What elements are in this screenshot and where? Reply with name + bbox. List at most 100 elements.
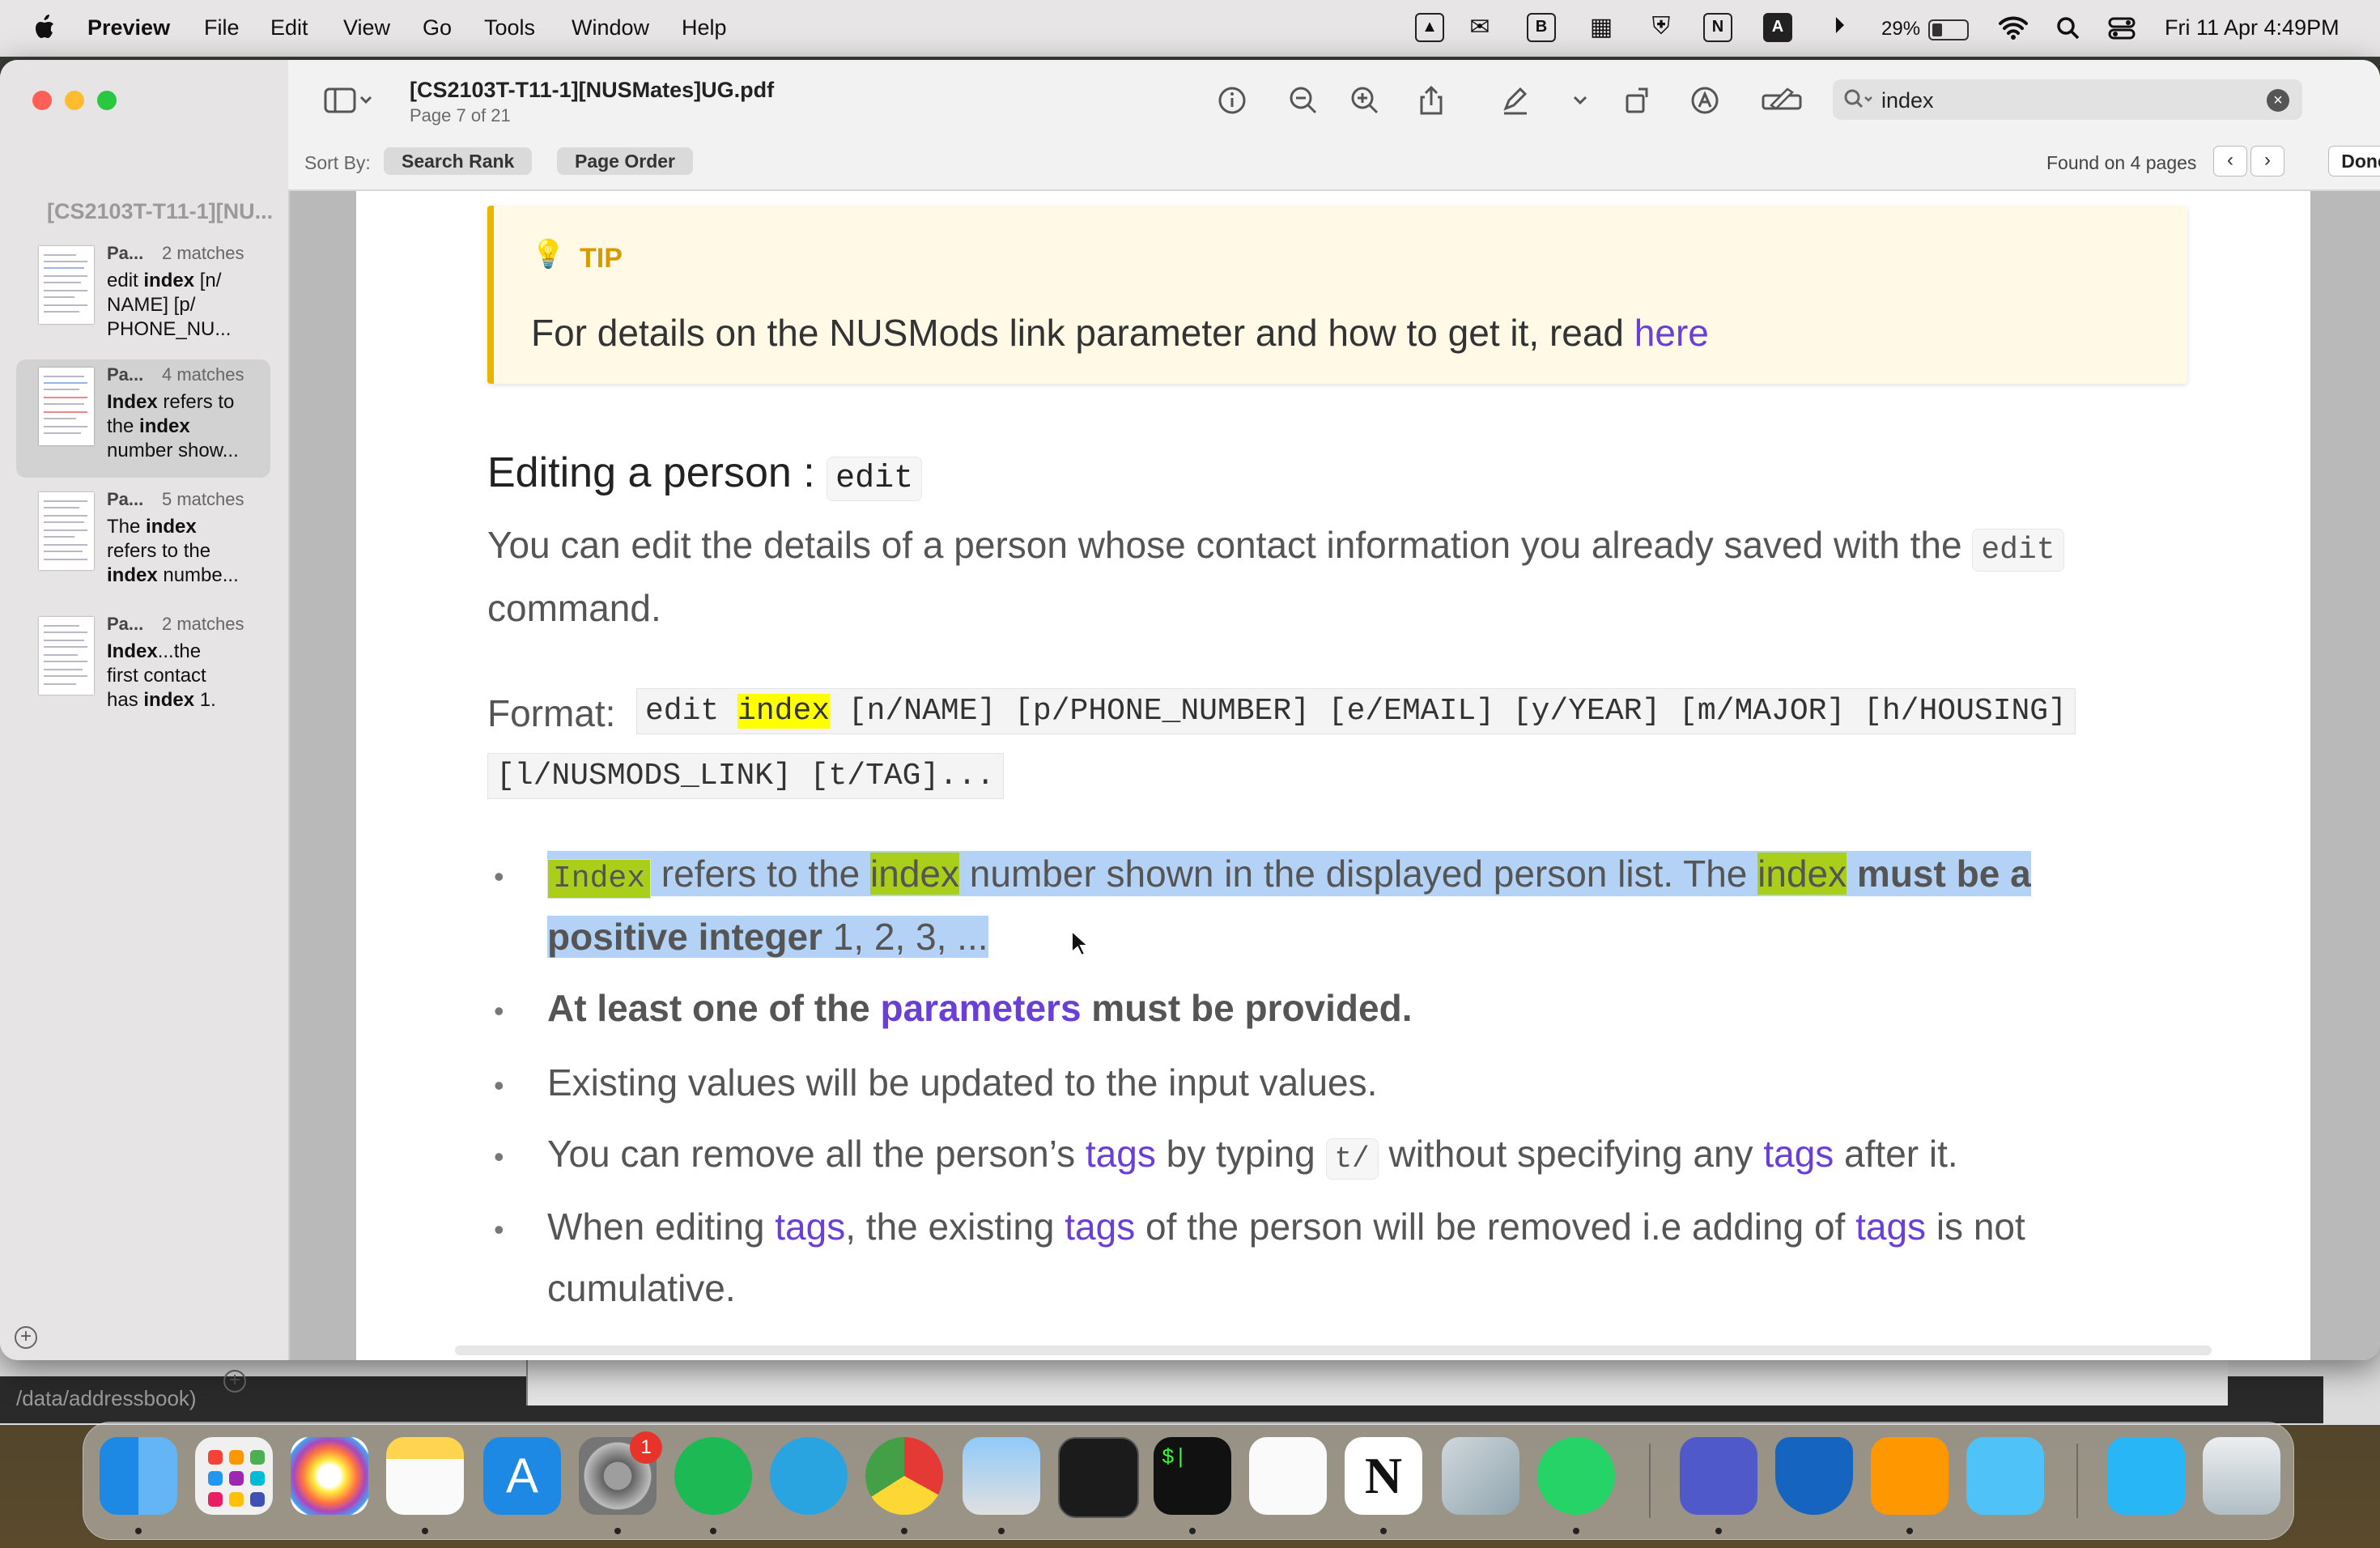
notion-status-icon[interactable]: N [1703,13,1732,42]
trash-icon[interactable] [2203,1437,2280,1515]
result-page-label: Pa... [107,614,144,634]
photos-icon[interactable] [291,1437,368,1515]
preview-icon[interactable] [963,1437,1040,1515]
sidebar-toggle-icon[interactable] [324,87,374,113]
zoom-in-icon[interactable] [1347,83,1383,118]
bullet-remove-tags: You can remove all the person’s tags by … [547,1132,1958,1180]
clear-search-icon[interactable]: × [2267,89,2289,112]
bullet-marker: • [494,994,504,1027]
control-center-icon[interactable] [2108,16,2136,40]
parameters-link[interactable]: parameters [880,987,1081,1029]
markup-icon[interactable] [1687,83,1723,118]
search-highlight: index [870,853,960,895]
sort-search-rank-button[interactable]: Search Rank [384,147,533,175]
activity-monitor-icon[interactable] [1058,1437,1139,1518]
running-indicator [422,1528,428,1534]
spotify-icon[interactable] [674,1437,752,1515]
highlight-pen-icon[interactable] [1498,83,1533,118]
search-result-item[interactable]: Pa... 2 matches Index...the first contac… [16,609,270,727]
zoom-window-button[interactable] [97,91,117,110]
add-icon[interactable]: + [223,1370,246,1393]
sort-page-order-button[interactable]: Page Order [557,147,693,175]
running-indicator [1906,1528,1913,1534]
menu-app-name[interactable]: Preview [87,15,170,40]
rotate-icon[interactable] [1621,83,1656,118]
vpn-shield-icon[interactable] [1775,1437,1853,1515]
menu-go[interactable]: Go [423,15,452,40]
battery-icon[interactable] [1928,19,1969,40]
document-title[interactable]: [CS2103T-T11-1][NUSMates]UG.pdf [410,78,774,103]
add-icon[interactable]: + [15,1326,37,1349]
tip-link[interactable]: here [1634,312,1709,354]
b-status-icon[interactable]: B [1527,13,1556,42]
search-highlight: index [737,694,831,729]
format-code-continued: [l/NUSMODS_LINK] [t/TAG]... [487,753,1004,799]
search-icon[interactable] [1842,87,1875,112]
tags-link[interactable]: tags [1763,1133,1834,1175]
search-input[interactable] [1880,84,2239,117]
telegram-icon[interactable] [770,1437,848,1515]
folder-downloads-icon[interactable] [2107,1437,2185,1515]
shield-status-icon[interactable]: ⛨ [1647,13,1676,42]
dock-separator [1649,1444,1651,1518]
search-result-item-selected[interactable]: Pa... 4 matches Index refers to the inde… [16,359,270,478]
menu-view[interactable]: View [343,15,390,40]
result-snippet: Index...the first contact has index 1. [107,640,216,711]
tip-box: 💡 TIP For details on the NUSMods link pa… [487,206,2187,384]
chat-status-icon[interactable]: ✉ [1465,13,1494,42]
play-status-icon[interactable]: ⏵ [1825,13,1854,42]
notes-icon[interactable] [386,1437,464,1515]
tags-link[interactable]: tags [775,1206,845,1248]
menu-file[interactable]: File [204,15,240,40]
menu-help[interactable]: Help [682,15,727,40]
result-snippet: edit index [n/ NAME] [p/ PHONE_NU... [107,270,232,340]
form-fill-icon[interactable] [1760,83,1805,118]
input-source-icon[interactable]: A [1763,13,1792,42]
tags-link[interactable]: tags [1065,1206,1135,1248]
previous-match-button[interactable]: ‹ [2213,146,2247,176]
tags-link[interactable]: tags [1086,1133,1156,1175]
info-icon[interactable] [1214,83,1250,118]
document-view[interactable]: 💡 TIP For details on the NUSMods link pa… [290,191,2380,1360]
done-button[interactable]: Done [2328,146,2380,176]
chevron-down-icon[interactable] [1562,83,1598,118]
next-match-button[interactable]: › [2250,146,2284,176]
pages-icon[interactable] [1871,1437,1949,1515]
zoom-out-icon[interactable] [1286,83,1321,118]
sidebar-document-title[interactable]: [CS2103T-T11-1][NU... [47,199,273,224]
pdf-page[interactable]: 💡 TIP For details on the NUSMods link pa… [356,191,2310,1360]
menu-bar: Preview File Edit View Go Tools Window H… [0,0,2380,57]
menu-window[interactable]: Window [572,15,649,40]
chrome-icon[interactable] [865,1437,943,1515]
search-field[interactable]: × [1833,79,2302,120]
finder-icon[interactable] [100,1437,177,1515]
menu-clock[interactable]: Fri 11 Apr 4:49PM [2165,15,2340,40]
result-page-label: Pa... [107,364,144,385]
running-indicator [1380,1528,1387,1534]
notion-icon[interactable]: N [1345,1437,1422,1515]
folder-icon[interactable] [1966,1437,2044,1515]
search-result-item[interactable]: Pa... 5 matches The index refers to the … [16,484,270,602]
app-store-icon[interactable]: A [483,1437,561,1515]
iphone-mirroring-icon[interactable] [1442,1437,1519,1515]
tags-link[interactable]: tags [1855,1206,1926,1248]
menu-edit[interactable]: Edit [270,15,308,40]
format-label: Format: [487,692,616,734]
wifi-icon[interactable] [1998,15,2029,40]
share-icon[interactable] [1413,83,1449,118]
drive-status-icon[interactable]: ▲ [1415,13,1444,42]
bullet-index-description: Index refers to the index number shown i… [547,851,2031,899]
whatsapp-icon[interactable] [1537,1437,1615,1515]
apple-logo-icon[interactable] [29,11,62,44]
grid-status-icon[interactable]: ▦ [1587,13,1616,42]
teams-icon[interactable] [1680,1437,1757,1515]
terminal-icon[interactable]: $| [1154,1437,1231,1515]
search-result-item[interactable]: Pa... 2 matches edit index [n/ NAME] [p/… [16,238,270,356]
minimize-window-button[interactable] [65,91,84,110]
close-window-button[interactable] [32,91,52,110]
spotlight-search-icon[interactable] [2056,16,2080,40]
google-drive-icon[interactable] [1249,1437,1327,1515]
launchpad-icon[interactable] [195,1437,273,1515]
menu-tools[interactable]: Tools [484,15,535,40]
horizontal-scrollbar[interactable] [455,1346,2212,1355]
